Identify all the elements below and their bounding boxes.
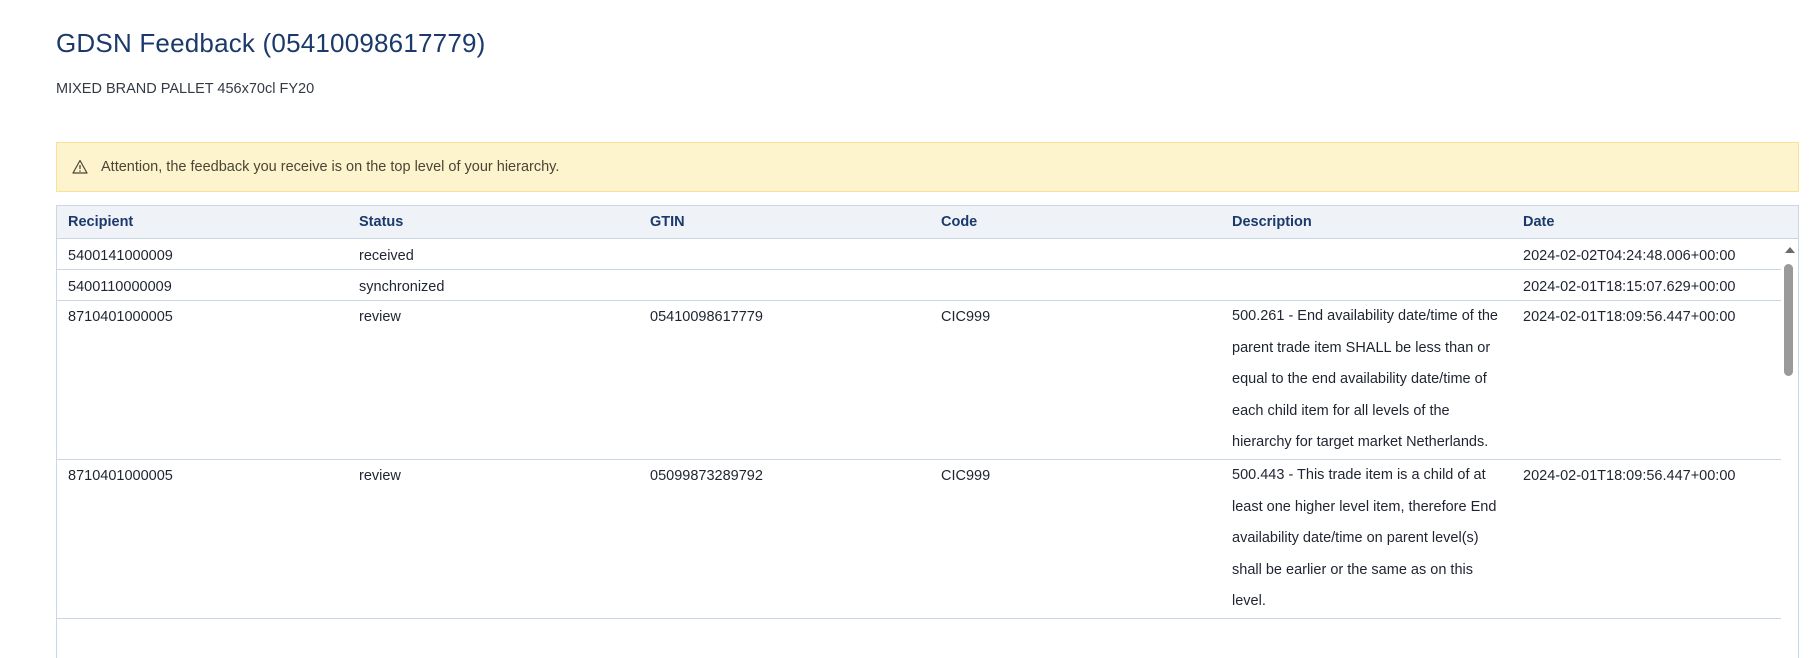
cell-gtin bbox=[639, 239, 930, 251]
feedback-table: Recipient Status GTIN Code Description D… bbox=[56, 205, 1799, 658]
table-scrollbar[interactable] bbox=[1781, 239, 1798, 658]
table-row[interactable]: 5400110000009 synchronized 2024-02-01T18… bbox=[57, 270, 1782, 301]
cell-recipient: 8710401000005 bbox=[68, 309, 173, 325]
cell-gtin bbox=[639, 270, 930, 282]
cell-recipient: 5400110000009 bbox=[68, 279, 172, 295]
cell-status: synchronized bbox=[359, 279, 445, 295]
feedback-page: GDSN Feedback (05410098617779) MIXED BRA… bbox=[0, 0, 1815, 658]
table-row[interactable]: 8710401000005 review 05410098617779 CIC9… bbox=[57, 301, 1782, 460]
scrollbar-thumb[interactable] bbox=[1784, 264, 1793, 376]
alert-text: Attention, the feedback you receive is o… bbox=[101, 159, 560, 175]
column-header-gtin[interactable]: GTIN bbox=[639, 214, 930, 230]
cell-date: 2024-02-01T18:09:56.447+00:00 bbox=[1523, 467, 1736, 484]
column-header-description[interactable]: Description bbox=[1221, 214, 1512, 230]
column-header-date[interactable]: Date bbox=[1512, 214, 1784, 230]
table-row[interactable]: 8710401000005 review 05099873289792 CIC9… bbox=[57, 460, 1782, 619]
cell-status: review bbox=[359, 309, 401, 325]
cell-description: 500.261 - End availability date/time of … bbox=[1232, 308, 1498, 451]
cell-date: 2024-02-01T18:15:07.629+00:00 bbox=[1523, 279, 1736, 295]
cell-code: CIC999 bbox=[941, 309, 991, 325]
warning-icon bbox=[72, 159, 88, 175]
scroll-up-arrow-icon[interactable] bbox=[1785, 247, 1795, 253]
cell-gtin: 05410098617779 bbox=[650, 309, 763, 325]
cell-description bbox=[1221, 270, 1512, 282]
product-name: MIXED BRAND PALLET 456x70cl FY20 bbox=[56, 81, 315, 97]
cell-description bbox=[1221, 239, 1512, 251]
table-body[interactable]: 5400141000009 received 2024-02-02T04:24:… bbox=[57, 239, 1798, 658]
column-header-code[interactable]: Code bbox=[930, 214, 1221, 230]
table-header: Recipient Status GTIN Code Description D… bbox=[57, 206, 1798, 239]
cell-code bbox=[930, 270, 1221, 282]
table-row[interactable]: 5400141000009 received 2024-02-02T04:24:… bbox=[57, 239, 1782, 270]
cell-date: 2024-02-02T04:24:48.006+00:00 bbox=[1523, 248, 1736, 264]
cell-status: review bbox=[359, 467, 401, 484]
cell-code: CIC999 bbox=[941, 467, 991, 484]
cell-date: 2024-02-01T18:09:56.447+00:00 bbox=[1523, 309, 1736, 325]
cell-gtin: 05099873289792 bbox=[650, 467, 763, 484]
column-header-status[interactable]: Status bbox=[348, 214, 639, 230]
column-header-recipient[interactable]: Recipient bbox=[57, 214, 348, 230]
cell-recipient: 8710401000005 bbox=[68, 467, 173, 484]
cell-recipient: 5400141000009 bbox=[68, 248, 173, 264]
hierarchy-warning-alert: Attention, the feedback you receive is o… bbox=[56, 142, 1799, 192]
page-title: GDSN Feedback (05410098617779) bbox=[56, 28, 486, 58]
cell-code bbox=[930, 239, 1221, 251]
cell-status: received bbox=[359, 248, 414, 264]
cell-description: 500.443 - This trade item is a child of … bbox=[1232, 466, 1497, 610]
